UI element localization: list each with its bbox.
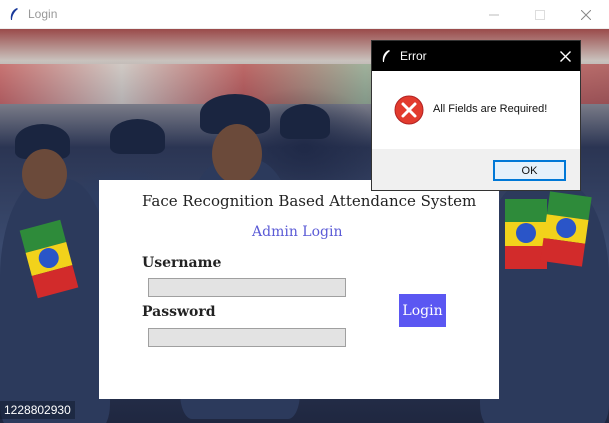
- background-figure: [0, 179, 110, 423]
- feather-icon: [378, 48, 394, 64]
- password-label: Password: [142, 304, 216, 320]
- login-panel: Face Recognition Based Attendance System…: [99, 180, 499, 399]
- maximize-button[interactable]: [517, 0, 563, 29]
- error-dialog: Error All Fields are Required! OK: [371, 40, 581, 191]
- password-input[interactable]: [148, 328, 346, 347]
- window-title-bar: Login: [0, 0, 609, 29]
- app-title: Face Recognition Based Attendance System: [142, 192, 477, 210]
- background-figure: [280, 104, 330, 139]
- window-controls: [471, 0, 609, 29]
- background-figure: [22, 149, 67, 199]
- ok-button[interactable]: OK: [493, 160, 566, 181]
- dialog-close-button[interactable]: [556, 47, 574, 65]
- background-number-text: 1228802930: [0, 401, 75, 419]
- background-figure: [212, 124, 262, 184]
- error-message: All Fields are Required!: [433, 103, 548, 115]
- close-icon: [581, 9, 591, 20]
- dialog-footer: OK: [372, 149, 580, 190]
- maximize-icon: [535, 9, 545, 20]
- admin-login-heading: Admin Login: [252, 224, 343, 240]
- error-icon: [394, 95, 424, 129]
- close-button[interactable]: [563, 0, 609, 29]
- dialog-title: Error: [400, 49, 427, 63]
- feather-icon: [6, 6, 22, 22]
- background-figure: [110, 119, 165, 154]
- dialog-title-bar: Error: [372, 41, 580, 71]
- close-icon: [559, 50, 571, 62]
- window-title: Login: [28, 7, 58, 21]
- minimize-icon: [489, 14, 499, 15]
- login-button[interactable]: Login: [399, 294, 446, 327]
- username-label: Username: [142, 255, 222, 271]
- dialog-body: All Fields are Required!: [372, 71, 580, 149]
- minimize-button[interactable]: [471, 0, 517, 29]
- username-input[interactable]: [148, 278, 346, 297]
